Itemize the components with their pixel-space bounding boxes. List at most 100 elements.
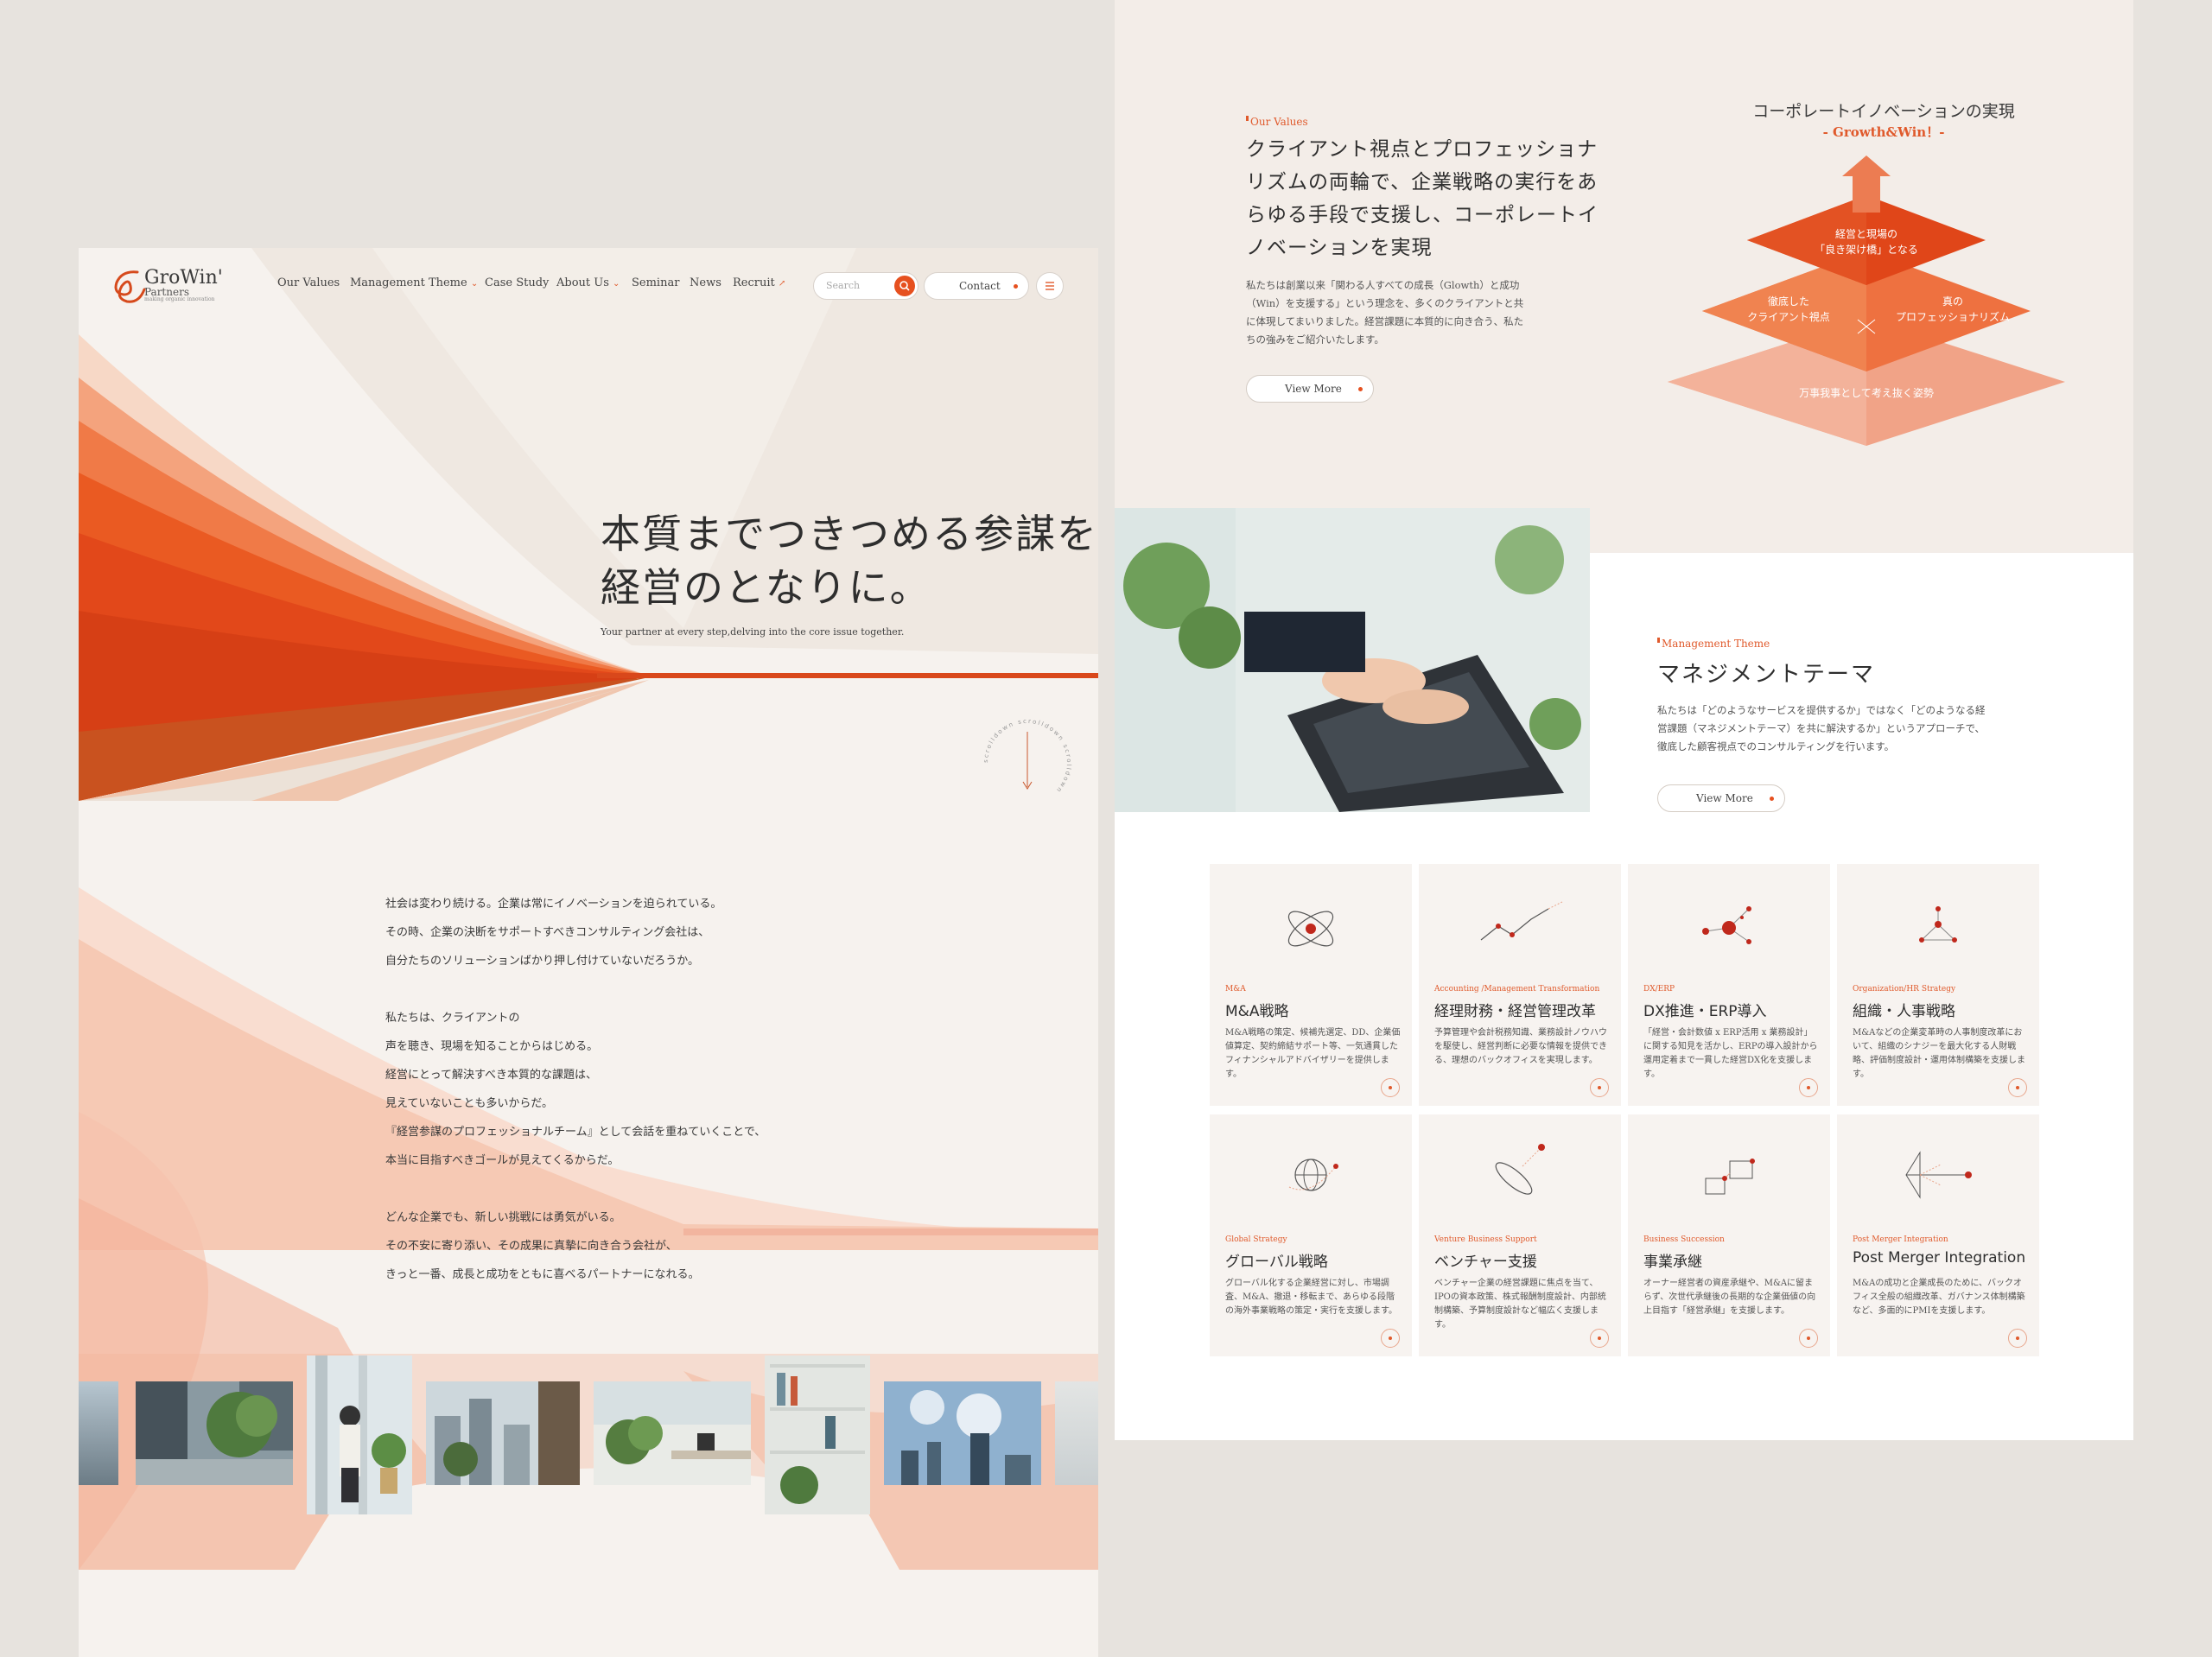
nav-label: Recruit xyxy=(733,276,775,289)
hero-title-line1: 本質までつきつめる参謀を、 xyxy=(601,511,1098,557)
office-photo xyxy=(1055,1381,1098,1485)
globe-icon xyxy=(1288,1159,1338,1191)
card-title: 組織・人事戦略 xyxy=(1853,1003,1955,1020)
nav-about-us[interactable]: About Us ⌄ xyxy=(556,276,620,289)
theme-card-accounting[interactable]: Accounting /Management Transformation 経理… xyxy=(1419,864,1621,1106)
nav-news[interactable]: News xyxy=(690,276,721,289)
values-eyebrow: Our Values xyxy=(1246,116,1308,128)
theme-card-ma[interactable]: M&A M&A戦略 M&A戦略の策定、候補先選定、DD、企業価値算定、契約締結サ… xyxy=(1210,864,1412,1106)
card-body: グローバル化する企業経営に対し、市場調査、M&A、撤退・移転まで、あらゆる段階の… xyxy=(1225,1279,1397,1316)
chevron-down-icon: ⌄ xyxy=(470,279,479,289)
card-arrow-button[interactable] xyxy=(1381,1329,1400,1348)
pyramid-middle-left-label: 徹底した クライアント視点 xyxy=(1747,295,1830,323)
management-title: マネジメントテーマ xyxy=(1657,662,1876,688)
intro-line: 『経営参謀のプロフェッショナルチーム』として会話を重ねていくことで、 xyxy=(385,1126,766,1139)
hero-subtitle: Your partner at every step,delving into … xyxy=(601,626,905,638)
card-title: グローバル戦略 xyxy=(1225,1254,1328,1271)
card-arrow-button[interactable] xyxy=(1799,1329,1818,1348)
card-eyebrow: Venture Business Support xyxy=(1434,1235,1537,1244)
accent-mark xyxy=(1246,116,1249,121)
succession-icon xyxy=(1705,1159,1755,1195)
contact-button[interactable]: Contact xyxy=(924,272,1029,300)
rocket-icon xyxy=(1495,1144,1545,1195)
nav-recruit[interactable]: Recruit ↗ xyxy=(733,276,785,289)
office-photo xyxy=(307,1355,412,1514)
card-eyebrow: Accounting /Management Transformation xyxy=(1434,985,1600,994)
hero-title-line2: 経営のとなりに。 xyxy=(601,564,931,611)
card-eyebrow: Business Succession xyxy=(1643,1235,1725,1244)
card-arrow-button[interactable] xyxy=(1381,1078,1400,1097)
chevron-down-icon: ⌄ xyxy=(613,279,620,289)
hamburger-menu-button[interactable] xyxy=(1036,272,1064,300)
intro-line: 見えていないことも多いからだ。 xyxy=(385,1097,553,1110)
scroll-down-indicator[interactable]: scrolldown scrolldown scrolldown xyxy=(979,714,1076,811)
dot-icon xyxy=(1358,387,1363,391)
intro-line: 声を聴き、現場を知ることからはじめる。 xyxy=(385,1040,599,1053)
card-arrow-button[interactable] xyxy=(1799,1078,1818,1097)
card-body: M&Aの成功と企業成長のために、バックオフィス全般の組織改革、ガバナンス体制構築… xyxy=(1853,1279,2025,1316)
card-arrow-button[interactable] xyxy=(2008,1078,2027,1097)
org-chart-icon xyxy=(1919,906,1957,943)
card-arrow-button[interactable] xyxy=(1590,1078,1609,1097)
office-photo xyxy=(79,1381,118,1485)
nav-case-study[interactable]: Case Study xyxy=(485,276,549,289)
intro-line: どんな企業でも、新しい挑戦には勇気がいる。 xyxy=(385,1211,621,1224)
nav-management-theme[interactable]: Management Theme ⌄ xyxy=(350,276,478,289)
card-body: ベンチャー企業の経営課題に焦点を当て、IPOの資本政策、株式報酬制度設計、内部統… xyxy=(1434,1279,1606,1330)
card-body: M&Aなどの企業変革時の人事制度改革において、組織のシナジーを最大化する人財戦略… xyxy=(1853,1028,2025,1079)
intro-line: 経営にとって解決すべき本質的な課題は、 xyxy=(385,1069,598,1082)
card-title: 事業承継 xyxy=(1643,1254,1702,1271)
theme-card-pmi[interactable]: Post Merger Integration Post Merger Inte… xyxy=(1837,1114,2039,1356)
dot-icon xyxy=(1014,284,1018,289)
card-eyebrow: Organization/HR Strategy xyxy=(1853,985,1956,994)
card-body: オーナー経営者の資産承継や、M&Aに留まらず、次世代承継後の長期的な企業価値の向… xyxy=(1643,1279,1816,1316)
card-eyebrow: DX/ERP xyxy=(1643,985,1675,994)
management-view-more-button[interactable]: View More xyxy=(1657,784,1785,812)
pyramid-bottom-label: 万事我事として考え抜く姿勢 xyxy=(1799,387,1934,399)
theme-card-hr[interactable]: Organization/HR Strategy 組織・人事戦略 M&Aなどの企… xyxy=(1837,864,2039,1106)
pyramid-middle-right-label: 真の プロフェッショナリズム xyxy=(1895,295,2010,323)
office-photo xyxy=(426,1381,580,1485)
card-title: DX推進・ERP導入 xyxy=(1643,1003,1767,1020)
menu-icon xyxy=(1046,282,1054,290)
merge-arrow-icon xyxy=(1905,1151,1972,1199)
accent-mark xyxy=(1657,638,1660,643)
laptop-photo xyxy=(1115,508,1590,812)
office-photo xyxy=(594,1381,751,1485)
card-body: 予算管理や会計税務知識、業務設計ノウハウを駆使し、経営判断に必要な情報を提供でき… xyxy=(1434,1028,1607,1065)
management-eyebrow: Management Theme xyxy=(1657,638,1770,650)
nav-label: About Us xyxy=(556,276,609,289)
theme-card-venture[interactable]: Venture Business Support ベンチャー支援 ベンチャー企業… xyxy=(1419,1114,1621,1356)
card-title: 経理財務・経営管理改革 xyxy=(1434,1003,1596,1020)
card-arrow-button[interactable] xyxy=(2008,1329,2027,1348)
nav-seminar[interactable]: Seminar xyxy=(632,276,679,289)
logo-tagline: making organic innovation xyxy=(144,296,215,302)
nav-our-values[interactable]: Our Values xyxy=(277,276,340,289)
card-title: Post Merger Integration xyxy=(1853,1249,2026,1267)
values-title: クライアント視点とプロフェッショナリズムの両輪で、企業戦略の実行をあらゆる手段で… xyxy=(1246,138,1599,259)
theme-card-dx[interactable]: DX/ERP DX推進・ERP導入 「経営・会計数値 x ERP活用 x 業務設… xyxy=(1628,864,1830,1106)
button-label: View More xyxy=(1696,792,1753,804)
theme-card-succession[interactable]: Business Succession 事業承継 オーナー経営者の資産承継や、M… xyxy=(1628,1114,1830,1356)
card-body: 「経営・会計数値 x ERP活用 x 業務設計」に関する知見を活かし、ERPの導… xyxy=(1643,1028,1818,1079)
intro-line: 自分たちのソリューションばかり押し付けていないだろうか。 xyxy=(385,955,699,968)
intro-line: 私たちは、クライアントの xyxy=(385,1012,520,1025)
pyramid-title: コーポレートイノベーションの実現 xyxy=(1752,102,2015,121)
values-view-more-button[interactable]: View More xyxy=(1246,375,1374,403)
card-eyebrow: M&A xyxy=(1225,985,1246,994)
search-placeholder: Search xyxy=(826,280,861,291)
contact-label: Contact xyxy=(959,280,1001,292)
network-icon xyxy=(1702,906,1751,944)
search-input[interactable]: Search xyxy=(813,272,918,300)
card-arrow-button[interactable] xyxy=(1590,1329,1609,1348)
card-eyebrow: Global Strategy xyxy=(1225,1235,1287,1244)
eyebrow-text: Our Values xyxy=(1250,116,1308,128)
hero-title: 本質までつきつめる参謀を、 経営のとなりに。 xyxy=(601,507,1098,614)
management-body: 私たちは「どのようなサービスを提供するか」ではなく「どのようなる経営課題（マネジ… xyxy=(1657,704,1986,752)
dot-icon xyxy=(1770,797,1774,801)
search-icon[interactable] xyxy=(894,276,915,296)
theme-card-global[interactable]: Global Strategy グローバル戦略 グローバル化する企業経営に対し、… xyxy=(1210,1114,1412,1356)
nav-label: Management Theme xyxy=(350,276,467,289)
office-photo xyxy=(884,1381,1041,1485)
office-photo xyxy=(765,1355,870,1514)
